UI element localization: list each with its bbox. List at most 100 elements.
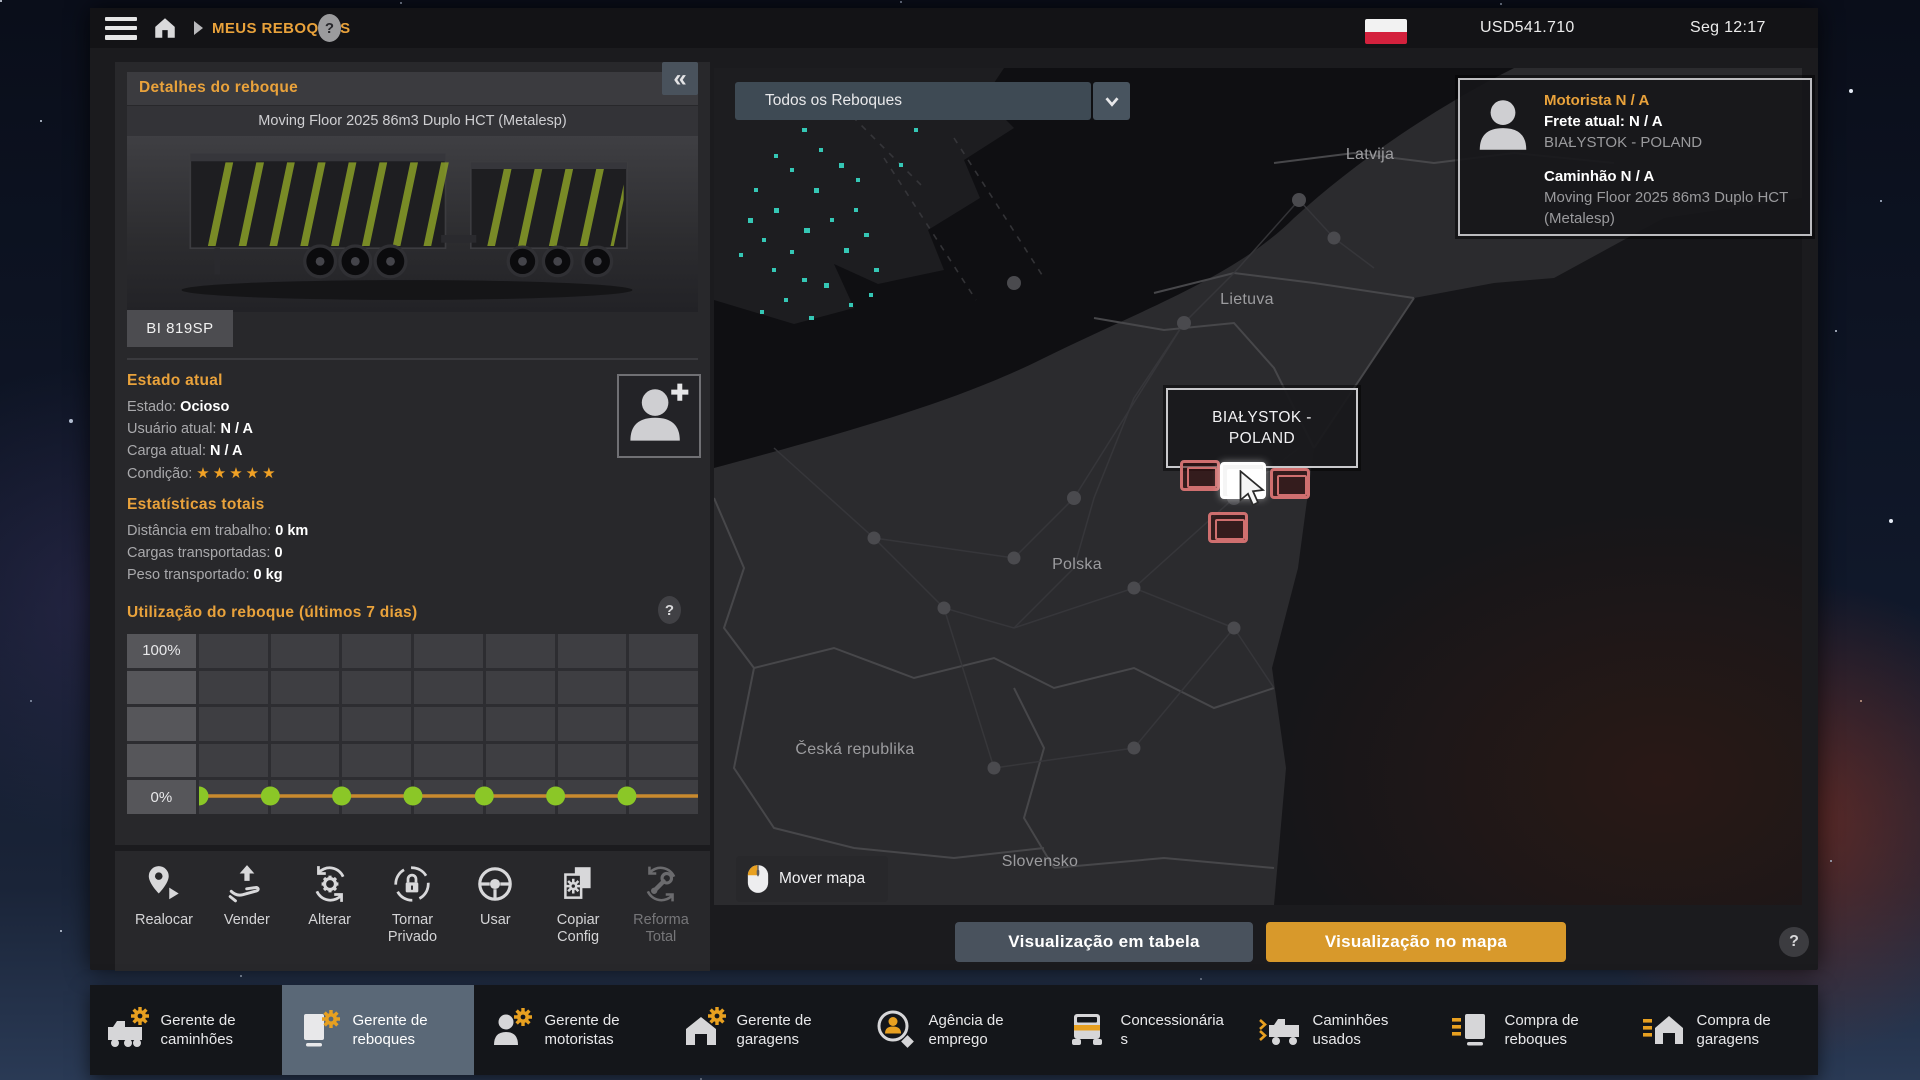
nav-used-trucks[interactable]: Caminhões usados bbox=[1242, 985, 1434, 1075]
panel-title: Detalhes do reboque bbox=[139, 79, 298, 97]
money-balance: USD541.710 bbox=[1480, 19, 1575, 37]
help-icon[interactable]: ? bbox=[318, 14, 341, 42]
buy-garage-icon bbox=[1640, 1006, 1688, 1054]
nav-garage-manager[interactable]: Gerente de garagens bbox=[666, 985, 858, 1075]
trailer-filter-dropdown[interactable]: Todos os Reboques bbox=[735, 82, 1091, 120]
weight-label: Peso transportado: bbox=[127, 567, 250, 583]
utilization-section: Utilização do reboque (últimos 7 dias) bbox=[127, 604, 417, 628]
trailer-image bbox=[127, 136, 698, 312]
collapse-panel-button[interactable]: « bbox=[662, 62, 698, 95]
used-truck-icon bbox=[1256, 1006, 1304, 1054]
move-map-label: Mover mapa bbox=[779, 870, 865, 888]
use-button[interactable]: Usar bbox=[456, 863, 534, 946]
chevron-down-icon bbox=[1101, 90, 1123, 112]
trailer-marker[interactable] bbox=[1270, 468, 1310, 499]
poland-flag-icon bbox=[1365, 19, 1407, 44]
game-time: Seg 12:17 bbox=[1690, 19, 1766, 37]
chart-data-point bbox=[199, 787, 209, 806]
nav-trailer-manager[interactable]: Gerente de reboques bbox=[282, 985, 474, 1075]
map-label-slovensko: Slovensko bbox=[1002, 853, 1079, 871]
license-plate: BI 819SP bbox=[127, 310, 233, 347]
city-tooltip-text: BIAŁYSTOK - POLAND bbox=[1187, 407, 1337, 449]
nav-job-agency[interactable]: Agência de emprego bbox=[858, 985, 1050, 1075]
nav-truck-manager[interactable]: Gerente de caminhões bbox=[90, 985, 282, 1075]
info-location: BIAŁYSTOK - POLAND bbox=[1544, 132, 1802, 153]
copy-config-button[interactable]: Copiar Config bbox=[539, 863, 617, 946]
distance-value: 0 km bbox=[275, 523, 308, 539]
nav-garage-purchase[interactable]: Compra de garagens bbox=[1626, 985, 1818, 1075]
bottom-help-icon[interactable]: ? bbox=[1779, 927, 1809, 957]
state-value: Ocioso bbox=[180, 399, 229, 415]
trailer-gear-icon bbox=[296, 1006, 344, 1054]
bottom-nav: Gerente de caminhões Gerente de reboques… bbox=[90, 985, 1818, 1075]
chart-y-label-cell: 100% bbox=[127, 634, 196, 668]
person-gear-icon bbox=[488, 1006, 536, 1054]
state-label: Estado: bbox=[127, 399, 176, 415]
table-view-button[interactable]: Visualização em tabela bbox=[955, 922, 1253, 962]
map-corner-glow bbox=[1242, 485, 1802, 905]
chart-data-point bbox=[546, 787, 565, 806]
home-icon[interactable] bbox=[152, 15, 178, 41]
condition-stars: ★★★★★ bbox=[196, 464, 278, 482]
desktop: { "topbar": { "breadcrumb": "MEUS REBOQU… bbox=[0, 0, 1920, 1080]
utilization-chart-plot bbox=[199, 634, 698, 814]
nav-trailer-purchase[interactable]: Compra de reboques bbox=[1434, 985, 1626, 1075]
menu-icon[interactable] bbox=[105, 17, 137, 40]
main-window: MEUS REBOQUES ? USD541.710 Seg 12:17 Det… bbox=[90, 8, 1818, 970]
pin-arrow-icon bbox=[143, 863, 185, 905]
full-overhaul-button: Reforma Total bbox=[622, 863, 700, 946]
chart-help-icon[interactable]: ? bbox=[658, 596, 681, 624]
trailer-actions-bar: Realocar Vender bbox=[115, 845, 710, 971]
city-tooltip: BIAŁYSTOK - POLAND bbox=[1166, 388, 1358, 468]
trailer-name: Moving Floor 2025 86m3 Duplo HCT (Metale… bbox=[127, 106, 698, 136]
map-label-ceska: Česká republika bbox=[795, 741, 914, 759]
copy-gear-icon bbox=[557, 863, 599, 905]
total-stats-title: Estatísticas totais bbox=[127, 496, 308, 514]
info-trailer: Moving Floor 2025 86m3 Duplo HCT (Metale… bbox=[1544, 187, 1802, 229]
divider bbox=[127, 358, 698, 360]
trailer-details-panel: Detalhes do reboque « Moving Floor 2025 … bbox=[115, 62, 710, 965]
gear-cycle-icon bbox=[309, 863, 351, 905]
current-user-value: N / A bbox=[220, 421, 253, 437]
current-user-label: Usuário atual: bbox=[127, 421, 216, 437]
chart-data-point bbox=[617, 787, 636, 806]
info-freight: Frete atual: N / A bbox=[1544, 111, 1802, 132]
modify-button[interactable]: Alterar bbox=[291, 863, 369, 946]
chart-data-point bbox=[332, 787, 351, 806]
chart-y-label-cell bbox=[127, 707, 196, 741]
map-label-latvija: Latvija bbox=[1346, 146, 1394, 164]
utilization-chart: 100%0% bbox=[127, 634, 698, 814]
trailer-marker[interactable] bbox=[1180, 460, 1220, 491]
chart-data-point bbox=[403, 787, 422, 806]
make-private-button[interactable]: Tornar Privado bbox=[373, 863, 451, 946]
chart-data-point bbox=[475, 787, 494, 806]
nav-dealerships[interactable]: Concessionárias bbox=[1050, 985, 1242, 1075]
truck-gear-icon bbox=[104, 1006, 152, 1054]
trailer-marker[interactable] bbox=[1208, 512, 1248, 543]
assign-driver-button[interactable] bbox=[617, 374, 701, 458]
cargo-count-label: Cargas transportadas: bbox=[127, 545, 270, 561]
current-state-section: Estado atual Estado:Ocioso Usuário atual… bbox=[127, 372, 279, 485]
sell-button[interactable]: Vender bbox=[208, 863, 286, 946]
wrench-cycle-icon bbox=[640, 863, 682, 905]
utilization-title: Utilização do reboque (últimos 7 dias) bbox=[127, 604, 417, 622]
garage-gear-icon bbox=[680, 1006, 728, 1054]
dropdown-chevron-button[interactable] bbox=[1093, 82, 1130, 120]
relocate-button[interactable]: Realocar bbox=[125, 863, 203, 946]
condition-label: Condição: bbox=[127, 466, 192, 482]
chart-y-label-cell bbox=[127, 744, 196, 778]
current-cargo-label: Carga atual: bbox=[127, 443, 206, 459]
chart-y-label-cell bbox=[127, 671, 196, 705]
nav-driver-manager[interactable]: Gerente de motoristas bbox=[474, 985, 666, 1075]
buy-trailer-icon bbox=[1448, 1006, 1496, 1054]
lock-circle-icon bbox=[391, 863, 433, 905]
trailer-info-box: Motorista N / A Frete atual: N / A BIAŁY… bbox=[1458, 78, 1812, 236]
map-view-button[interactable]: Visualização no mapa bbox=[1266, 922, 1566, 962]
distance-label: Distância em trabalho: bbox=[127, 523, 271, 539]
breadcrumb-arrow-icon bbox=[194, 21, 203, 35]
top-bar: MEUS REBOQUES ? USD541.710 Seg 12:17 bbox=[90, 8, 1818, 48]
map-label-polska: Polska bbox=[1052, 556, 1102, 574]
panel-header: Detalhes do reboque bbox=[127, 72, 698, 105]
chart-data-point bbox=[261, 787, 280, 806]
move-map-hint: Mover mapa bbox=[736, 856, 888, 902]
